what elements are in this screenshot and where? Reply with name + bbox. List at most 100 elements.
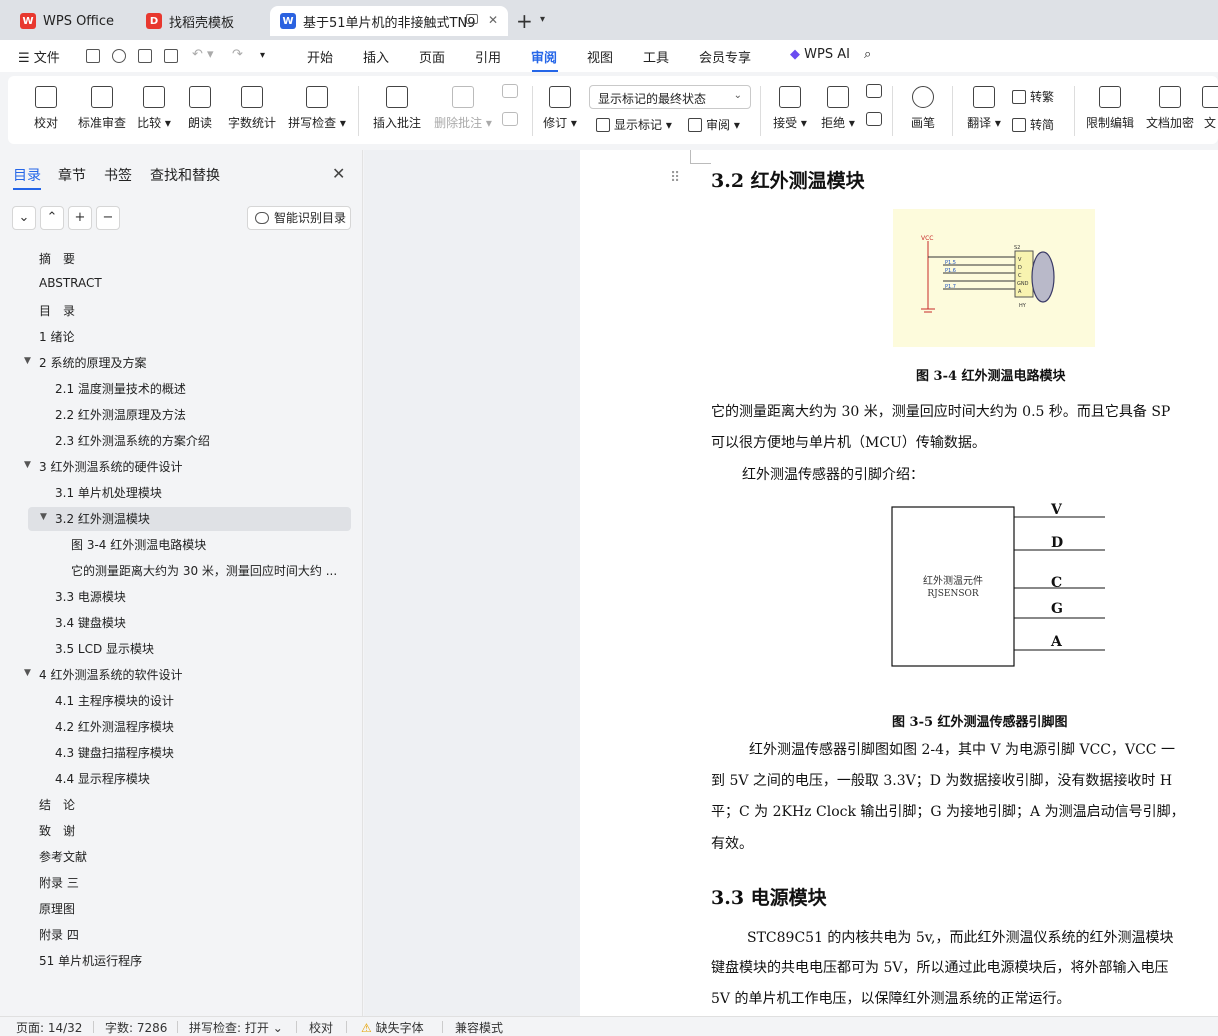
window-mode-icon[interactable]: [466, 14, 478, 24]
menu-reference[interactable]: 引用: [475, 47, 501, 66]
toc-item[interactable]: 4.1 主程序模块的设计: [55, 692, 174, 709]
menu-member[interactable]: 会员专享: [699, 47, 751, 66]
toc-item[interactable]: 51 单片机运行程序: [39, 952, 142, 969]
tab-document[interactable]: W 基于51单片机的非接触式TN9 ✕: [270, 6, 508, 36]
toc-item[interactable]: 3.4 键盘模块: [55, 614, 126, 631]
insert-comment-button[interactable]: 插入批注: [372, 82, 422, 131]
spell-check-button[interactable]: 拼写检查 ▾: [286, 82, 348, 131]
save-icon[interactable]: [86, 49, 100, 63]
print-preview-icon[interactable]: [164, 49, 178, 63]
spell-check-status[interactable]: 拼写检查: 打开 ⌄: [189, 1019, 283, 1036]
drag-handle-icon[interactable]: ⠿: [670, 170, 680, 186]
tab-find-replace[interactable]: 查找和替换: [150, 165, 220, 185]
translate-button[interactable]: 翻译 ▾: [964, 82, 1004, 131]
prev-comment-button[interactable]: [498, 82, 522, 104]
compare-button[interactable]: 比较 ▾: [134, 82, 174, 131]
smart-toc-button[interactable]: 智能识别目录: [247, 206, 351, 230]
toc-item[interactable]: 2.1 温度测量技术的概述: [55, 380, 186, 397]
toc-item[interactable]: 2.2 红外测温原理及方法: [55, 406, 186, 423]
toc-item[interactable]: 1 绪论: [39, 328, 74, 345]
quick-access-more-icon[interactable]: ▾: [260, 50, 265, 61]
next-comment-button[interactable]: [498, 112, 522, 132]
page-indicator[interactable]: 页面: 14/32: [16, 1019, 82, 1036]
toc-item[interactable]: 3.1 单片机处理模块: [55, 484, 162, 501]
toc-item[interactable]: 摘 要: [39, 250, 75, 267]
toc-item[interactable]: 图 3-4 红外测温电路模块: [71, 536, 206, 553]
collapse-all-button[interactable]: ⌄: [12, 206, 36, 230]
toc-item[interactable]: ABSTRACT: [39, 276, 102, 290]
menu-page[interactable]: 页面: [419, 47, 445, 66]
standard-review-button[interactable]: 标准审查: [74, 82, 130, 131]
remove-heading-button[interactable]: −: [96, 206, 120, 230]
export-icon[interactable]: [112, 49, 126, 63]
next-change-button[interactable]: [862, 112, 886, 132]
chevron-down-icon[interactable]: ▾: [540, 14, 545, 25]
new-tab-icon[interactable]: +: [516, 9, 533, 33]
tab-wps-office[interactable]: W WPS Office: [10, 6, 128, 36]
tab-toc[interactable]: 目录: [13, 165, 41, 185]
toc-item[interactable]: 3.2 红外测温模块: [55, 510, 150, 527]
missing-font-status[interactable]: ⚠ 缺失字体: [361, 1019, 424, 1036]
read-aloud-button[interactable]: 朗读: [184, 82, 216, 131]
menu-tools[interactable]: 工具: [643, 47, 669, 66]
toc-item[interactable]: 原理图: [39, 900, 75, 917]
expand-toggle-icon[interactable]: ▼: [40, 512, 47, 522]
add-heading-button[interactable]: +: [68, 206, 92, 230]
close-icon[interactable]: ✕: [488, 13, 498, 27]
accept-button[interactable]: 接受 ▾: [770, 82, 810, 131]
tab-docer[interactable]: D 找稻壳模板: [136, 6, 264, 36]
toc-item[interactable]: 目 录: [39, 302, 75, 319]
toc-item[interactable]: 它的测量距离大约为 30 米，测量回应时间大约 ...: [71, 562, 337, 579]
undo-icon[interactable]: ↶ ▾: [192, 47, 214, 62]
proof-status[interactable]: 校对: [309, 1019, 333, 1036]
toc-item[interactable]: 3.5 LCD 显示模块: [55, 640, 154, 657]
reject-button[interactable]: 拒绝 ▾: [818, 82, 858, 131]
menu-view[interactable]: 视图: [587, 47, 613, 66]
toc-item[interactable]: 3.3 电源模块: [55, 588, 126, 605]
word-count-button[interactable]: 字数统计: [226, 82, 278, 131]
toc-item[interactable]: 附录 三: [39, 874, 79, 891]
close-icon[interactable]: ✕: [332, 164, 345, 183]
document-page[interactable]: ⠿ 3.2 红外测温模块 VCC P1.5 P1.6 P1.7 S2 V D C…: [580, 150, 1218, 1016]
restrict-edit-button[interactable]: 限制编辑: [1084, 82, 1136, 131]
toc-item[interactable]: 4.2 红外测温程序模块: [55, 718, 174, 735]
menu-insert[interactable]: 插入: [363, 47, 389, 66]
p15-label: P1.5: [945, 260, 956, 266]
print-icon[interactable]: [138, 49, 152, 63]
show-markup-button[interactable]: 显示标记 ▾: [596, 116, 672, 133]
pen-button[interactable]: 画笔: [906, 82, 940, 131]
more-button[interactable]: 文: [1202, 82, 1218, 131]
toc-item[interactable]: 致 谢: [39, 822, 75, 839]
menu-home[interactable]: 开始: [307, 47, 333, 66]
proof-button[interactable]: 校对: [30, 82, 62, 131]
toc-item[interactable]: 附录 四: [39, 926, 79, 943]
markup-state-select[interactable]: 显示标记的最终状态 ⌄: [589, 85, 751, 109]
wps-ai-button[interactable]: ◆ WPS AI: [790, 47, 850, 62]
toc-item[interactable]: 2.3 红外测温系统的方案介绍: [55, 432, 210, 449]
revise-button[interactable]: 修订 ▾: [540, 82, 580, 131]
expand-up-button[interactable]: ⌃: [40, 206, 64, 230]
to-traditional-button[interactable]: 转繁: [1012, 88, 1054, 105]
toc-item[interactable]: 4.3 键盘扫描程序模块: [55, 744, 174, 761]
encrypt-button[interactable]: 文档加密: [1144, 82, 1196, 131]
search-icon[interactable]: ⌕: [864, 47, 871, 62]
menu-review[interactable]: 审阅: [531, 47, 557, 66]
menu-file[interactable]: ☰ 文件: [18, 47, 60, 66]
expand-toggle-icon[interactable]: ▼: [24, 460, 31, 470]
tab-chapters[interactable]: 章节: [58, 165, 86, 185]
expand-toggle-icon[interactable]: ▼: [24, 356, 31, 366]
toc-item[interactable]: 4.4 显示程序模块: [55, 770, 150, 787]
to-simplified-button[interactable]: 转简: [1012, 116, 1054, 133]
redo-icon[interactable]: ↷: [232, 47, 243, 62]
word-count-status[interactable]: 字数: 7286: [105, 1019, 167, 1036]
delete-comment-button[interactable]: 删除批注 ▾: [432, 82, 494, 131]
toc-item[interactable]: 4 红外测温系统的软件设计: [39, 666, 182, 683]
prev-change-button[interactable]: [862, 82, 886, 104]
review-pane-button[interactable]: 审阅 ▾: [688, 116, 740, 133]
toc-item[interactable]: 结 论: [39, 796, 75, 813]
tab-bookmarks[interactable]: 书签: [104, 165, 132, 185]
expand-toggle-icon[interactable]: ▼: [24, 668, 31, 678]
toc-item[interactable]: 参考文献: [39, 848, 87, 865]
toc-item[interactable]: 2 系统的原理及方案: [39, 354, 146, 371]
toc-item[interactable]: 3 红外测温系统的硬件设计: [39, 458, 182, 475]
